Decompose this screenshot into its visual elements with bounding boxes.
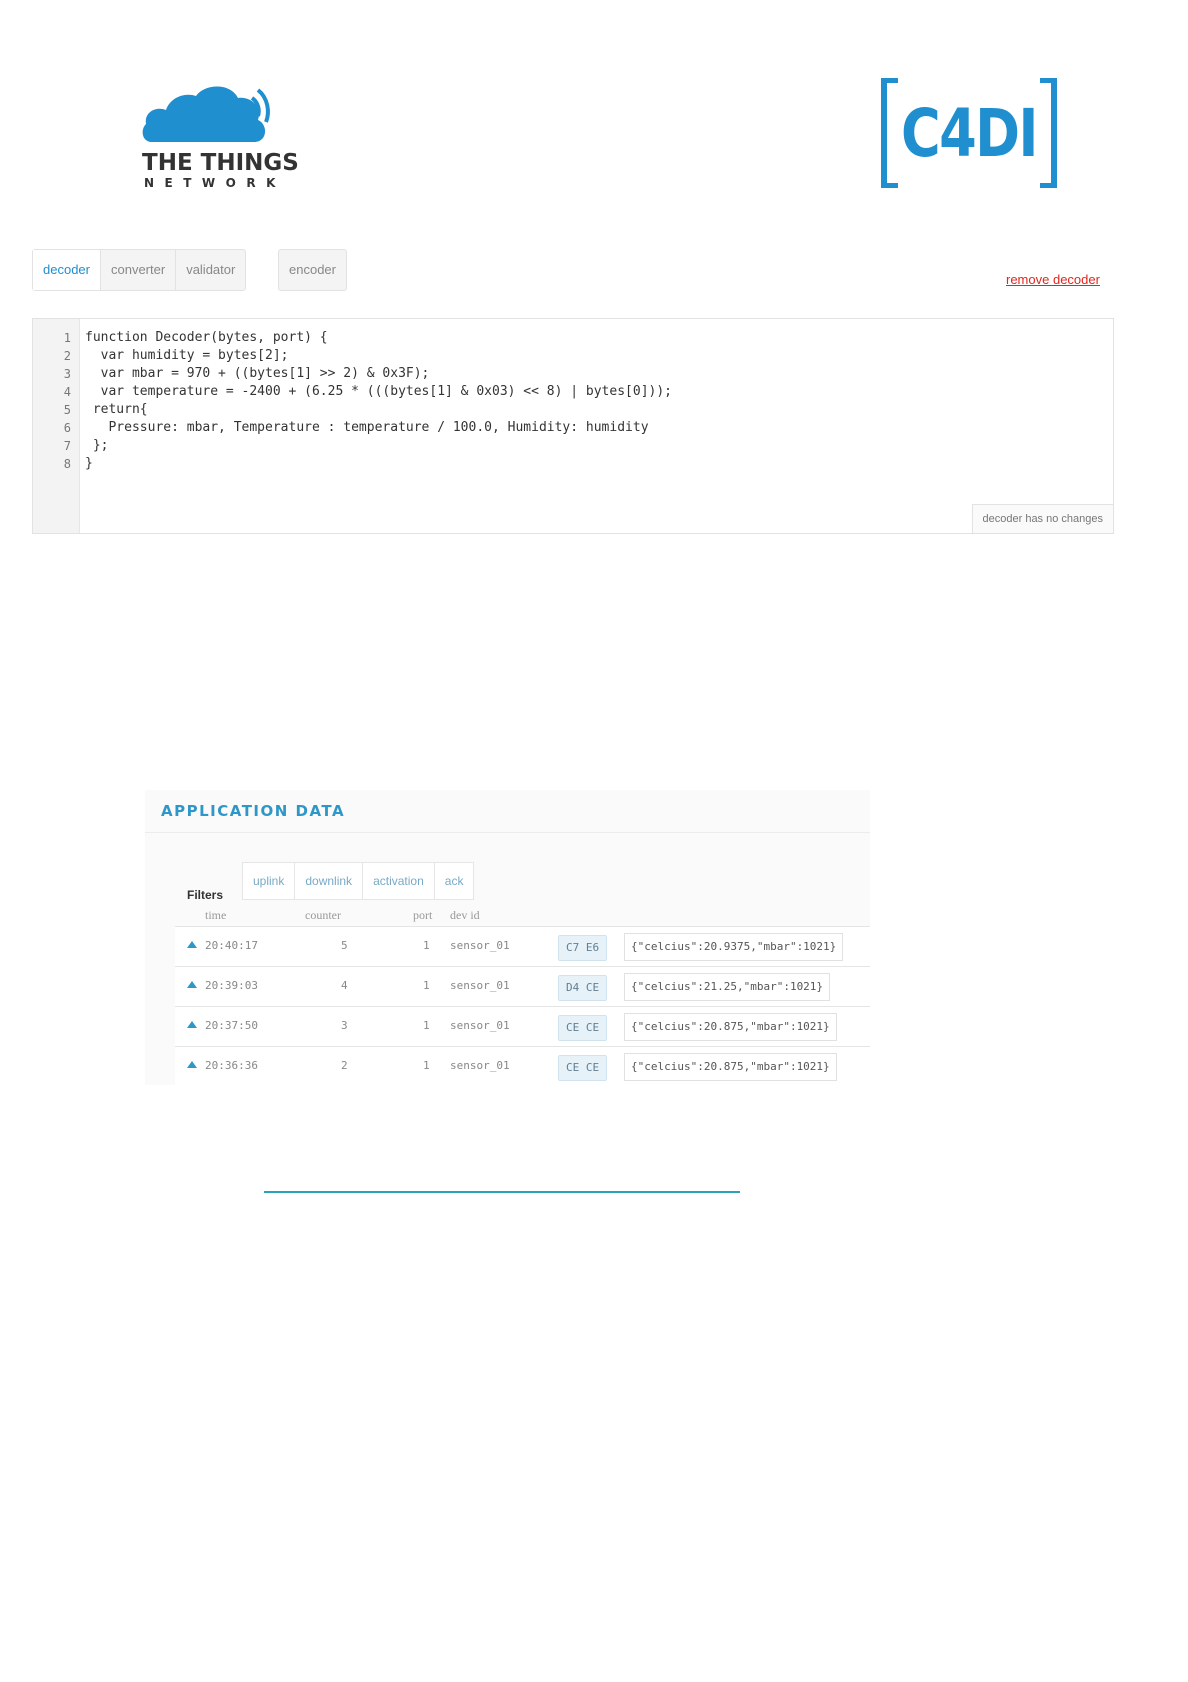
line-number: 1 (63, 331, 71, 345)
row-payload: C7 E6 (558, 935, 608, 961)
code-line: Pressure: mbar, Temperature : temperatur… (85, 420, 649, 435)
table-row[interactable]: 20:37:50 3 1 sensor_01 CE CE {"celcius":… (175, 1006, 870, 1047)
line-number: 8 (63, 457, 71, 471)
line-number: 2 (63, 349, 71, 363)
row-port: 1 (423, 1019, 430, 1032)
row-fields: {"celcius":21.25,"mbar":1021} (624, 973, 831, 1001)
tab-validator[interactable]: validator (176, 250, 245, 290)
line-number: 5 (63, 403, 71, 417)
uplink-arrow-icon (187, 1061, 197, 1068)
ttn-logo-subtitle: NETWORK (144, 176, 286, 190)
code-line: }; (85, 438, 109, 453)
line-number: 3 (63, 367, 71, 381)
row-dev-id: sensor_01 (450, 1059, 510, 1072)
application-data-header: APPLICATION DATA (145, 790, 870, 833)
line-number: 7 (63, 439, 71, 453)
row-fields: {"celcius":20.875,"mbar":1021} (624, 1013, 837, 1041)
row-fields: {"celcius":20.9375,"mbar":1021} (624, 933, 844, 961)
row-counter: 3 (341, 1019, 348, 1032)
filter-tab-downlink[interactable]: downlink (295, 863, 364, 899)
row-counter: 4 (341, 979, 348, 992)
row-time: 20:39:03 (205, 979, 258, 992)
column-header-counter: counter (305, 908, 341, 922)
row-payload: D4 CE (558, 975, 608, 1001)
column-header-port: port (413, 908, 433, 922)
table-row[interactable]: 20:39:03 4 1 sensor_01 D4 CE {"celcius":… (175, 966, 870, 1007)
filters-label: Filters (187, 888, 224, 902)
table-row[interactable]: 20:40:17 5 1 sensor_01 C7 E6 {"celcius":… (175, 926, 870, 967)
application-data-title: APPLICATION DATA (161, 802, 346, 820)
tab-decoder[interactable]: decoder (33, 250, 101, 290)
filter-tabs: uplink downlink activation ack (242, 862, 475, 900)
filter-tab-uplink[interactable]: uplink (243, 863, 296, 899)
uplink-arrow-icon (187, 941, 197, 948)
row-time: 20:40:17 (205, 939, 258, 952)
row-port: 1 (423, 939, 430, 952)
row-counter: 5 (341, 939, 348, 952)
row-dev-id: sensor_01 (450, 1019, 510, 1032)
row-port: 1 (423, 1059, 430, 1072)
decoder-status-badge: decoder has no changes (971, 504, 1113, 533)
row-dev-id: sensor_01 (450, 939, 510, 952)
row-time: 20:37:50 (205, 1019, 258, 1032)
c4di-logo-text: C4DI (901, 94, 1039, 172)
tab-converter[interactable]: converter (101, 250, 177, 290)
encoder-tab-group: encoder (278, 249, 347, 291)
table-row[interactable]: 20:36:36 2 1 sensor_01 CE CE {"celcius":… (175, 1046, 870, 1085)
line-number-gutter: 1 2 3 4 5 6 7 8 (33, 319, 80, 533)
row-port: 1 (423, 979, 430, 992)
row-fields: {"celcius":20.875,"mbar":1021} (624, 1053, 837, 1081)
code-line: var temperature = -2400 + (6.25 * (((byt… (85, 384, 672, 399)
row-payload: CE CE (558, 1055, 608, 1081)
column-header-time: time (205, 908, 227, 922)
uplink-arrow-icon (187, 981, 197, 988)
code-line: } (85, 456, 93, 471)
filter-tab-ack[interactable]: ack (435, 863, 474, 899)
row-counter: 2 (341, 1059, 348, 1072)
application-data-panel: APPLICATION DATA Filters uplink downlink… (145, 790, 870, 1085)
ttn-logo-title: THE THINGS (142, 150, 299, 176)
column-header-dev-id: dev id (450, 908, 480, 922)
row-payload: CE CE (558, 1015, 608, 1041)
line-number: 4 (63, 385, 71, 399)
row-dev-id: sensor_01 (450, 979, 510, 992)
code-line: var humidity = bytes[2]; (85, 348, 289, 363)
code-line: var mbar = 970 + ((bytes[1] >> 2) & 0x3F… (85, 366, 430, 381)
code-line: function Decoder(bytes, port) { (85, 330, 328, 345)
tab-encoder[interactable]: encoder (279, 250, 346, 290)
filter-tab-activation[interactable]: activation (363, 863, 435, 899)
row-time: 20:36:36 (205, 1059, 258, 1072)
horizontal-divider (264, 1191, 740, 1193)
remove-decoder-link[interactable]: remove decoder (1006, 272, 1100, 287)
uplink-arrow-icon (187, 1021, 197, 1028)
code-line: return{ (85, 402, 148, 417)
decoder-tab-group: decoder converter validator (32, 249, 247, 291)
line-number: 6 (63, 421, 71, 435)
decoder-code-editor[interactable]: 1 2 3 4 5 6 7 8 function Decoder(bytes, … (32, 318, 1114, 534)
